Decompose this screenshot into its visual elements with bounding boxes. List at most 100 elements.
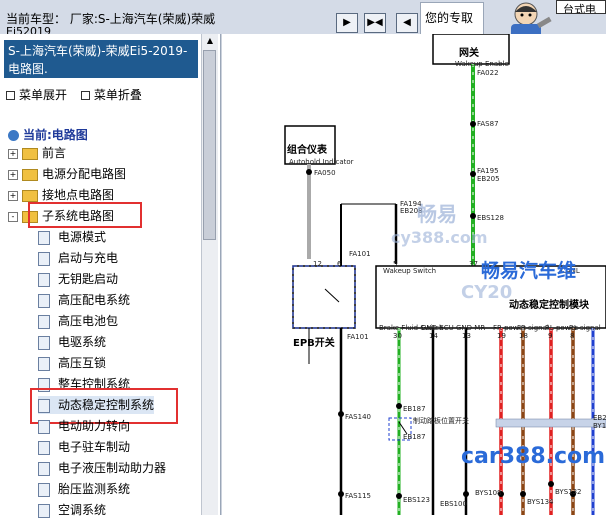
pin-number: 14 bbox=[429, 332, 438, 340]
expand-icon bbox=[6, 91, 15, 100]
document-icon bbox=[38, 272, 50, 287]
esc-pin-label: CANL bbox=[561, 267, 580, 275]
esc-pin-label: GND ECU bbox=[421, 324, 454, 332]
pin-number: 37 bbox=[469, 260, 478, 268]
gateway-module-label: 网关 bbox=[459, 48, 479, 59]
connector-label: BY15 bbox=[593, 422, 606, 430]
tree-item-label: 电子驻车制动 bbox=[58, 440, 131, 454]
tree-item-tpms[interactable]: 胎压监测系统 bbox=[38, 480, 130, 498]
expand-toggle-icon[interactable]: + bbox=[8, 148, 18, 159]
cluster-pin-label: Autohold Indicator bbox=[289, 158, 354, 166]
tree-item-e-drive[interactable]: 电驱系统 bbox=[38, 333, 106, 351]
connector-label: FAS140 bbox=[345, 413, 371, 421]
document-icon bbox=[38, 293, 50, 308]
pin-number: 8 bbox=[570, 332, 575, 340]
connector-label: EB208 bbox=[400, 207, 423, 215]
connector-label: FA195 bbox=[477, 167, 499, 175]
document-icon bbox=[38, 251, 50, 266]
gateway-pin-label: Wakeup Enable bbox=[455, 60, 509, 68]
document-icon bbox=[38, 230, 50, 245]
sidebar-scrollbar[interactable]: ▲ bbox=[201, 34, 218, 515]
connector-label: EBS128 bbox=[477, 214, 504, 222]
expand-toggle-icon[interactable]: + bbox=[8, 190, 18, 201]
esc-pin-label: Wakeup Switch bbox=[383, 267, 437, 275]
current-node[interactable]: 当前:电路图 bbox=[8, 126, 88, 143]
tree-item-label: 电源模式 bbox=[58, 230, 107, 244]
connector-label: BYS134 bbox=[527, 498, 554, 506]
globe-icon bbox=[8, 130, 19, 141]
tree-item-label: 高压互锁 bbox=[58, 356, 107, 370]
tree-item-hv-battery[interactable]: 高压电池包 bbox=[38, 312, 118, 330]
pin-number: 30 bbox=[393, 332, 402, 340]
tree-item-label: 电驱系统 bbox=[58, 335, 107, 349]
tree-item-label: 胎压监测系统 bbox=[58, 482, 131, 496]
current-node-label: 当前:电路图 bbox=[23, 128, 88, 142]
connector-label: EB20 bbox=[593, 414, 606, 422]
tree-item-label: 无钥匙启动 bbox=[58, 272, 119, 286]
document-icon bbox=[38, 335, 50, 350]
document-icon bbox=[38, 440, 50, 455]
fit-page-button[interactable]: ▶◀ bbox=[364, 13, 386, 33]
document-icon bbox=[38, 503, 50, 518]
collapse-toggle-icon[interactable]: - bbox=[8, 211, 18, 222]
tree-item-start-charge[interactable]: 启动与充电 bbox=[38, 249, 118, 267]
next-page-button[interactable]: ▶ bbox=[336, 13, 358, 33]
connector-label: FA101 bbox=[347, 333, 369, 341]
tree-item-hv-interlock[interactable]: 高压互锁 bbox=[38, 354, 106, 372]
pin-number: 9 bbox=[548, 332, 553, 340]
tree-item-epb[interactable]: 电子驻车制动 bbox=[38, 438, 130, 456]
connector-label: FA050 bbox=[314, 169, 336, 177]
tree-folder-label: 前言 bbox=[42, 146, 67, 160]
menu-controls: 菜单展开 菜单折叠 bbox=[6, 86, 152, 103]
scrollbar-thumb[interactable] bbox=[203, 50, 216, 240]
tree-item-label: 启动与充电 bbox=[58, 251, 119, 265]
tree-item-ac[interactable]: 空调系统 bbox=[38, 501, 106, 519]
sidebar: S-上海汽车(荣威)-荣威Ei5-2019- 电路图. 菜单展开 菜单折叠 当前… bbox=[0, 34, 221, 518]
tree-item-keyless-start[interactable]: 无钥匙启动 bbox=[38, 270, 118, 288]
pin-number: 18 bbox=[519, 332, 528, 340]
folder-icon bbox=[22, 168, 38, 181]
tree-item-eps[interactable]: 电动助力转向 bbox=[38, 417, 130, 435]
connector-label: EB187 bbox=[403, 433, 426, 441]
connector-label: FAS115 bbox=[345, 492, 371, 500]
tree-item-hv-distribution[interactable]: 高压配电系统 bbox=[38, 291, 130, 309]
cluster-module-label: 组合仪表 bbox=[287, 145, 327, 156]
tree-item-ehb[interactable]: 电子液压制动助力器 bbox=[38, 459, 166, 477]
document-icon bbox=[38, 356, 50, 371]
folder-icon bbox=[22, 189, 38, 202]
folder-icon bbox=[22, 147, 38, 160]
document-icon bbox=[38, 419, 50, 434]
epb-switch-label: EPB开关 bbox=[293, 338, 335, 349]
connector-label: BYS108 bbox=[475, 489, 502, 497]
esc-module-label: 动态稳定控制模块 bbox=[509, 300, 589, 311]
pin-number: 6 bbox=[337, 260, 342, 268]
tree-folder-preface[interactable]: + 前言 bbox=[8, 144, 66, 162]
pin-number: 19 bbox=[497, 332, 506, 340]
tree-folder-label: 电源分配电路图 bbox=[42, 167, 127, 181]
pin-number: 12 bbox=[313, 260, 322, 268]
connector-label: BYS132 bbox=[555, 488, 582, 496]
tree-item-label: 高压配电系统 bbox=[58, 293, 131, 307]
brake-switch-label: 制动踏板位置开关 bbox=[413, 417, 469, 425]
connector-label: EBS100 bbox=[440, 500, 467, 508]
tree-folder-power-distribution[interactable]: + 电源分配电路图 bbox=[8, 165, 126, 183]
scroll-up-icon[interactable]: ▲ bbox=[203, 34, 217, 48]
wiring-diagram-view[interactable]: 网关 Wakeup Enable FA022 FAS87 FA195 EB205… bbox=[221, 34, 606, 515]
sidebar-title: S-上海汽车(荣威)-荣威Ei5-2019- 电路图. bbox=[4, 40, 198, 78]
tree-item-label: 电子液压制动助力器 bbox=[58, 461, 167, 475]
tree-item-label: 高压电池包 bbox=[58, 314, 119, 328]
document-icon bbox=[38, 314, 50, 329]
connector-label: EBS123 bbox=[403, 496, 430, 504]
menu-collapse-link[interactable]: 菜单折叠 bbox=[94, 88, 142, 102]
connector-label: FA101 bbox=[349, 250, 371, 258]
previous-page-button[interactable]: ◀ bbox=[396, 13, 418, 33]
connector-label: FAS87 bbox=[477, 120, 499, 128]
document-icon bbox=[38, 482, 50, 497]
expand-toggle-icon[interactable]: + bbox=[8, 169, 18, 180]
tree-item-power-mode[interactable]: 电源模式 bbox=[38, 228, 106, 246]
menu-expand-link[interactable]: 菜单展开 bbox=[19, 88, 67, 102]
top-right-banner: 台式电 bbox=[556, 0, 606, 14]
tree-folder-label: 接地点电路图 bbox=[42, 188, 115, 202]
connector-label: EB205 bbox=[477, 175, 500, 183]
pin-number: 13 bbox=[462, 332, 471, 340]
